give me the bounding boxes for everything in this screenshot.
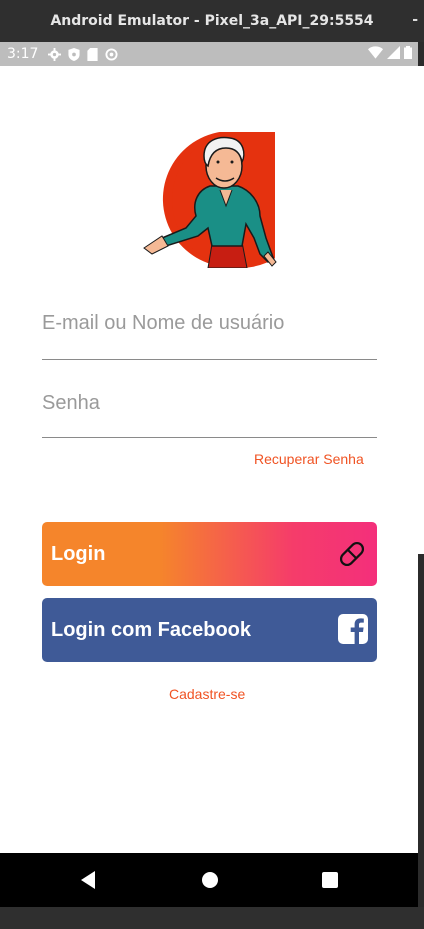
password-placeholder: Senha — [42, 392, 100, 414]
wifi-icon — [368, 46, 383, 59]
window-title: Android Emulator - Pixel_3a_API_29:5554 — [50, 13, 374, 29]
email-placeholder: E-mail ou Nome de usuário — [42, 312, 285, 334]
recover-password-link[interactable]: Recuperar Senha — [254, 451, 364, 467]
old-man-illustration-icon — [143, 132, 277, 268]
status-bar: 3:17 — [0, 42, 418, 66]
sync-icon — [105, 47, 118, 61]
app-screen: E-mail ou Nome de usuário Senha Recupera… — [0, 66, 418, 853]
email-field[interactable]: E-mail ou Nome de usuário — [42, 312, 377, 360]
sd-card-icon — [87, 47, 99, 61]
emulator-title-bar: Android Emulator - Pixel_3a_API_29:5554 … — [0, 0, 424, 42]
battery-icon — [404, 46, 412, 59]
minimize-icon[interactable]: - — [412, 12, 418, 28]
facebook-login-button[interactable]: Login com Facebook — [42, 598, 377, 662]
facebook-icon — [338, 614, 368, 644]
facebook-button-label: Login com Facebook — [51, 618, 252, 641]
screen-edge — [418, 66, 424, 554]
status-time: 3:17 — [7, 46, 39, 62]
android-nav-bar — [0, 853, 418, 907]
login-button-label: Login — [51, 542, 106, 565]
login-button[interactable]: Login — [42, 522, 377, 586]
settings-icon — [48, 47, 62, 61]
back-icon[interactable] — [79, 870, 97, 890]
password-field[interactable]: Senha — [42, 392, 377, 438]
home-icon[interactable] — [201, 870, 219, 890]
emulator-bottom-frame — [0, 907, 424, 929]
signup-link[interactable]: Cadastre-se — [169, 686, 245, 702]
shield-icon — [68, 47, 81, 61]
recents-icon[interactable] — [321, 870, 339, 890]
signal-icon — [387, 46, 400, 59]
pill-icon — [339, 541, 365, 567]
